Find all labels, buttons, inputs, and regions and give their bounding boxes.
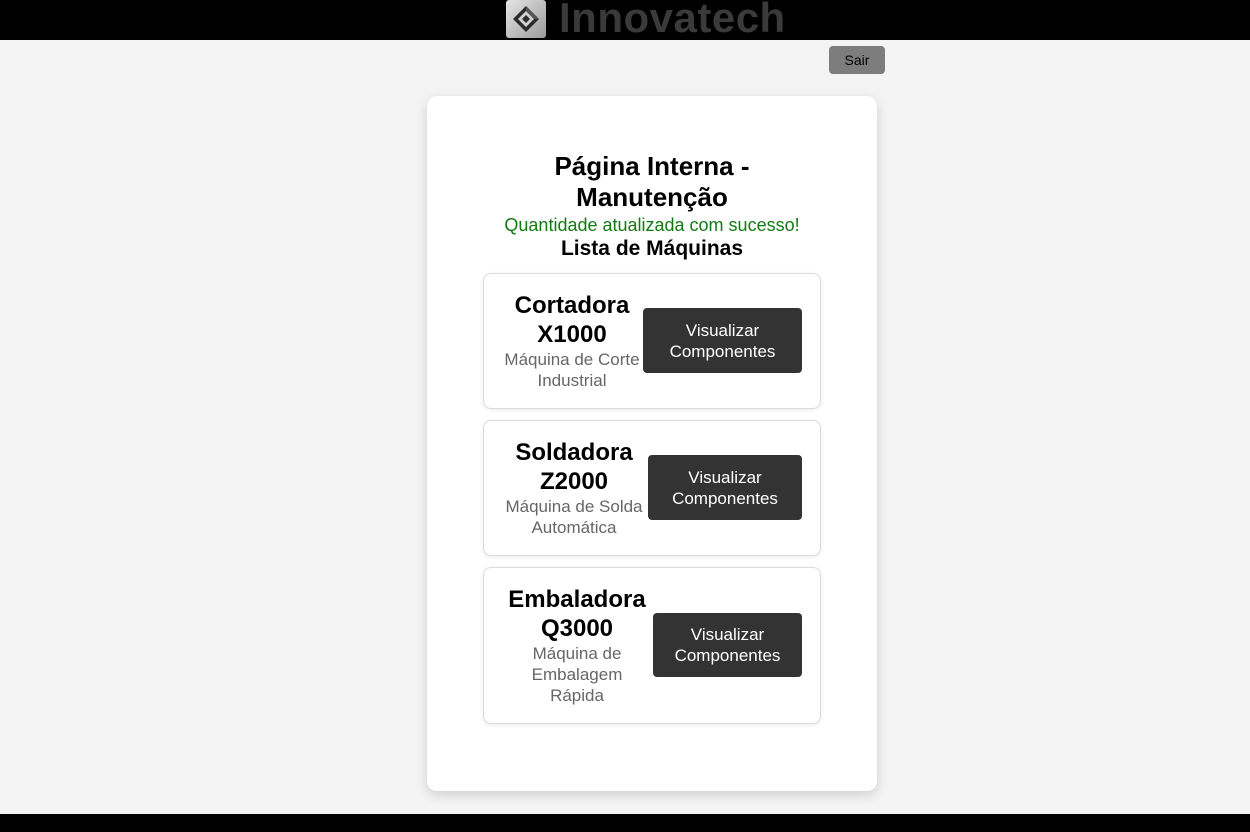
machine-description: Máquina de Embalagem Rápida [531, 644, 623, 705]
view-components-button[interactable]: Visualizar Componentes [653, 613, 802, 677]
logout-button[interactable]: Sair [829, 46, 885, 74]
brand-name: Innovatech [559, 0, 786, 41]
diamond-logo-icon [506, 0, 546, 38]
main-card: Página Interna - Manutenção Quantidade a… [427, 96, 877, 791]
machine-description: Máquina de Solda Automática [505, 497, 643, 537]
machine-name: Embaladora Q3000 [508, 586, 646, 642]
machine-description: Máquina de Corte Industrial [504, 350, 640, 390]
machine-list-title: Lista de Máquinas [560, 237, 744, 260]
machine-name: Soldadora Z2000 [515, 439, 633, 495]
machine-card: Cortadora X1000 Máquina de Corte Industr… [483, 273, 821, 409]
top-header-bar: Innovatech [0, 0, 1250, 41]
machine-info: Soldadora Z2000 Máquina de Solda Automát… [498, 438, 650, 538]
machine-info: Embaladora Q3000 Máquina de Embalagem Rá… [502, 585, 652, 706]
page-title: Página Interna - Manutenção [427, 151, 877, 213]
view-components-button[interactable]: Visualizar Componentes [643, 308, 802, 373]
success-message: Quantidade atualizada com sucesso! [504, 215, 800, 235]
bottom-footer-bar [0, 814, 1250, 832]
view-components-button[interactable]: Visualizar Componentes [648, 455, 802, 520]
machine-card: Embaladora Q3000 Máquina de Embalagem Rá… [483, 567, 821, 724]
machine-name: Cortadora X1000 [514, 292, 630, 348]
brand[interactable]: Innovatech [506, 0, 786, 41]
machine-info: Cortadora X1000 Máquina de Corte Industr… [502, 291, 642, 391]
page-title-text: Página Interna - Manutenção [554, 151, 750, 212]
machine-card: Soldadora Z2000 Máquina de Solda Automát… [483, 420, 821, 556]
